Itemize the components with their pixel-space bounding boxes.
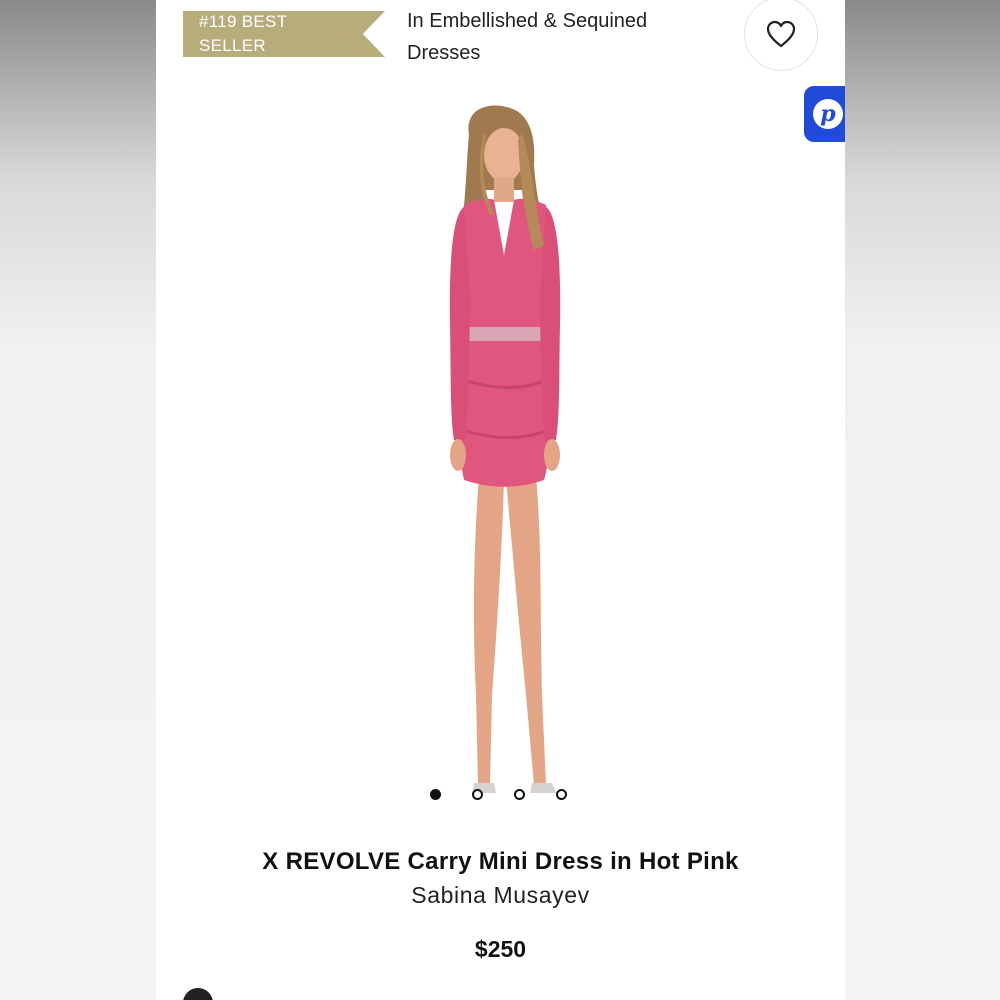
product-price: $250 (474, 936, 527, 962)
category-line-2: Dresses (407, 42, 481, 64)
carousel-dot-4[interactable] (556, 789, 567, 800)
badge-line-1: #119 BEST (199, 12, 288, 31)
p-logo-icon: p (813, 99, 843, 129)
side-action-button[interactable]: p (804, 86, 845, 142)
product-title: X REVOLVE Carry Mini Dress in Hot Pink (262, 848, 739, 875)
badge-line-2: SELLER (199, 36, 267, 55)
carousel-dot-3[interactable] (514, 789, 525, 800)
carousel-dot-1[interactable] (430, 789, 441, 800)
product-brand[interactable]: Sabina Musayev (156, 882, 845, 909)
carousel-dot-2[interactable] (472, 789, 483, 800)
best-seller-badge: #119 BEST SELLER (183, 11, 385, 57)
carousel-dots (430, 789, 580, 805)
category-link[interactable]: In Embellished & Sequined Dresses (407, 5, 727, 69)
category-line-1: In Embellished & Sequined (407, 10, 648, 32)
background-blur-left (0, 0, 156, 1000)
background-blur-right (845, 0, 1000, 1000)
product-image[interactable] (394, 95, 614, 810)
product-page: #119 BEST SELLER In Embellished & Sequin… (156, 0, 845, 1000)
heart-icon (766, 20, 796, 48)
footer-avatar-icon (183, 988, 213, 1000)
wishlist-button[interactable] (744, 0, 818, 71)
